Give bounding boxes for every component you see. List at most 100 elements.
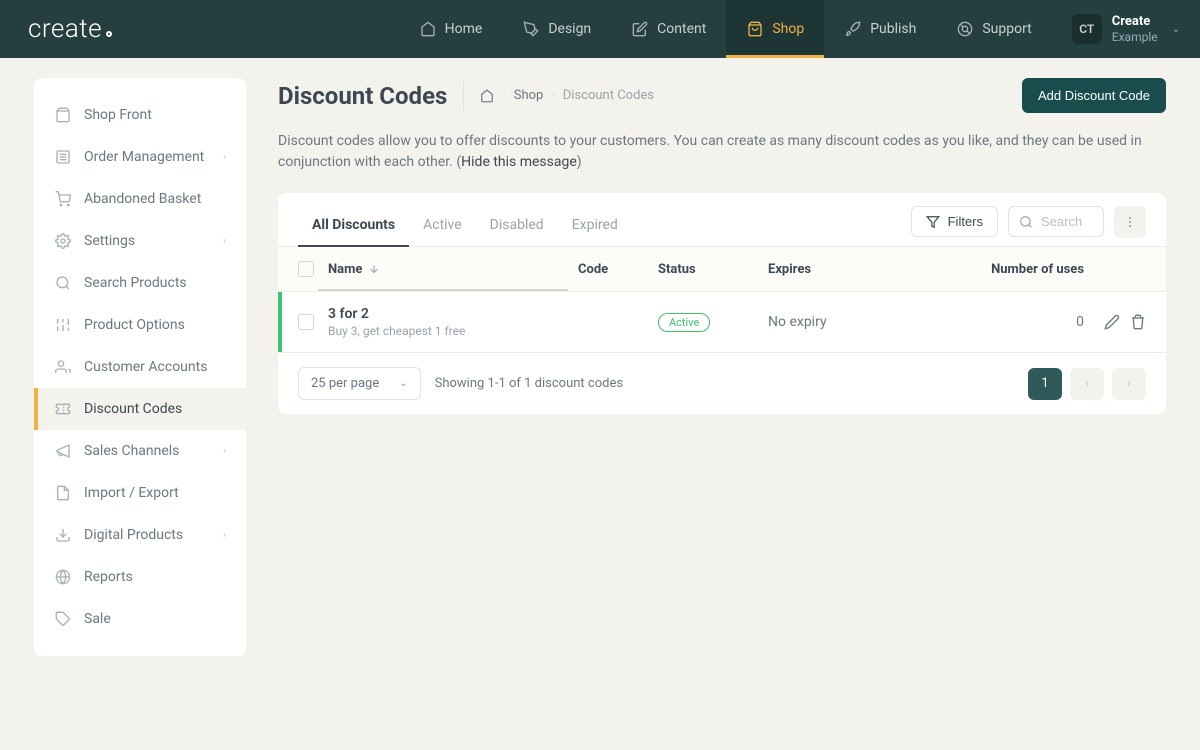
breadcrumb-separator: · [551, 88, 554, 103]
megaphone-icon [54, 442, 72, 460]
tab-all-discounts[interactable]: All Discounts [298, 205, 409, 247]
sidebar-item-label: Discount Codes [84, 401, 182, 417]
search-icon [1019, 215, 1033, 229]
sidebar-item-label: Customer Accounts [84, 359, 207, 375]
brand-text: create [28, 14, 102, 44]
list-icon [54, 148, 72, 166]
sidebar-item-discount-codes[interactable]: Discount Codes [34, 388, 246, 430]
page-title: Discount Codes [278, 82, 464, 110]
user-menu[interactable]: CT Create Example ⌄ [1072, 14, 1180, 44]
col-uses[interactable]: Number of uses [968, 262, 1090, 277]
nav-content[interactable]: Content [611, 0, 726, 58]
tab-disabled[interactable]: Disabled [476, 205, 558, 247]
breadcrumb: · Shop · Discount Codes [480, 88, 654, 103]
sidebar-item-label: Settings [84, 233, 135, 249]
nav-home-label: Home [445, 21, 483, 37]
tab-active[interactable]: Active [409, 205, 476, 247]
row-checkbox[interactable] [298, 314, 314, 330]
col-status[interactable]: Status [658, 262, 768, 277]
sidebar-item-search-products[interactable]: Search Products [34, 262, 246, 304]
more-vertical-icon [1123, 215, 1137, 229]
users-icon [54, 358, 72, 376]
topbar: create Home Design Content Shop Publish … [0, 0, 1200, 58]
brush-icon [522, 20, 540, 38]
chevron-right-icon: › [223, 530, 226, 541]
sidebar-item-settings[interactable]: Settings › [34, 220, 246, 262]
sidebar-item-customer-accounts[interactable]: Customer Accounts [34, 346, 246, 388]
breadcrumb-shop[interactable]: Shop [514, 88, 544, 103]
tab-expired[interactable]: Expired [558, 205, 632, 247]
sidebar-item-reports[interactable]: Reports [34, 556, 246, 598]
download-icon [54, 526, 72, 544]
select-all-checkbox[interactable] [298, 261, 314, 277]
nav-publish[interactable]: Publish [824, 0, 936, 58]
col-code[interactable]: Code [578, 262, 658, 277]
discount-name: 3 for 2 [328, 306, 578, 322]
more-actions-button[interactable] [1114, 206, 1146, 238]
bag-icon [54, 106, 72, 124]
add-discount-button[interactable]: Add Discount Code [1022, 78, 1166, 113]
sidebar-item-label: Abandoned Basket [84, 191, 201, 207]
discount-expires: No expiry [768, 314, 968, 330]
discount-uses: 0 [968, 314, 1090, 330]
nav-home[interactable]: Home [399, 0, 503, 58]
col-expires[interactable]: Expires [768, 262, 968, 277]
nav-design-label: Design [548, 21, 591, 37]
sidebar-item-label: Digital Products [84, 527, 183, 543]
search-box[interactable] [1008, 206, 1104, 237]
nav-content-label: Content [657, 21, 706, 37]
table-header: Name Code Status Expires Number of uses [278, 247, 1166, 292]
cart-icon [54, 190, 72, 208]
sidebar-item-sale[interactable]: Sale [34, 598, 246, 640]
sidebar-item-shop-front[interactable]: Shop Front [34, 94, 246, 136]
sidebar-item-product-options[interactable]: Product Options [34, 304, 246, 346]
hide-message-link[interactable]: Hide this message [461, 154, 577, 170]
chevron-down-icon: ⌄ [1172, 24, 1180, 35]
filters-label: Filters [948, 214, 983, 229]
sidebar-item-label: Reports [84, 569, 133, 585]
per-page-label: 25 per page [311, 376, 379, 391]
sort-down-icon [368, 263, 380, 275]
globe-icon [54, 568, 72, 586]
home-icon[interactable] [480, 89, 494, 103]
brand-logo[interactable]: create [28, 14, 112, 44]
chevron-left-icon: ‹ [1085, 376, 1089, 391]
file-icon [54, 484, 72, 502]
search-icon [54, 274, 72, 292]
brand-dot-icon [106, 31, 112, 37]
sidebar-item-order-management[interactable]: Order Management › [34, 136, 246, 178]
nav-support[interactable]: Support [936, 0, 1051, 58]
intro-text: Discount codes allow you to offer discou… [278, 131, 1166, 173]
sidebar-item-digital-products[interactable]: Digital Products › [34, 514, 246, 556]
trash-icon[interactable] [1130, 314, 1146, 330]
page-next: › [1112, 368, 1146, 400]
chevron-right-icon: › [223, 152, 226, 163]
sidebar-item-sales-channels[interactable]: Sales Channels › [34, 430, 246, 472]
page-1[interactable]: 1 [1028, 368, 1062, 400]
sidebar-item-abandoned-basket[interactable]: Abandoned Basket [34, 178, 246, 220]
edit-icon[interactable] [1104, 314, 1120, 330]
nav-design[interactable]: Design [502, 0, 611, 58]
sidebar-item-label: Search Products [84, 275, 187, 291]
filters-button[interactable]: Filters [911, 206, 998, 237]
avatar: CT [1072, 14, 1102, 44]
search-input[interactable] [1041, 214, 1093, 229]
chevron-right-icon: › [1127, 376, 1131, 391]
nav-publish-label: Publish [870, 21, 916, 37]
pagination: 1 ‹ › [1028, 368, 1146, 400]
lifebuoy-icon [956, 20, 974, 38]
sidebar-item-label: Sale [84, 611, 111, 627]
status-badge: Active [658, 313, 710, 332]
sidebar-item-import-export[interactable]: Import / Export [34, 472, 246, 514]
edit-icon [631, 20, 649, 38]
discount-description: Buy 3, get cheapest 1 free [328, 324, 578, 338]
per-page-select[interactable]: 25 per page ⌄ [298, 367, 421, 400]
col-name[interactable]: Name [328, 262, 578, 277]
nav-shop[interactable]: Shop [726, 0, 824, 58]
table-row[interactable]: 3 for 2 Buy 3, get cheapest 1 free Activ… [278, 292, 1166, 353]
sidebar-item-label: Sales Channels [84, 443, 179, 459]
filter-icon [926, 215, 940, 229]
sidebar: Shop Front Order Management › Abandoned … [34, 78, 246, 656]
chevron-down-icon: ⌄ [399, 378, 407, 389]
table-footer: 25 per page ⌄ Showing 1-1 of 1 discount … [278, 353, 1166, 414]
